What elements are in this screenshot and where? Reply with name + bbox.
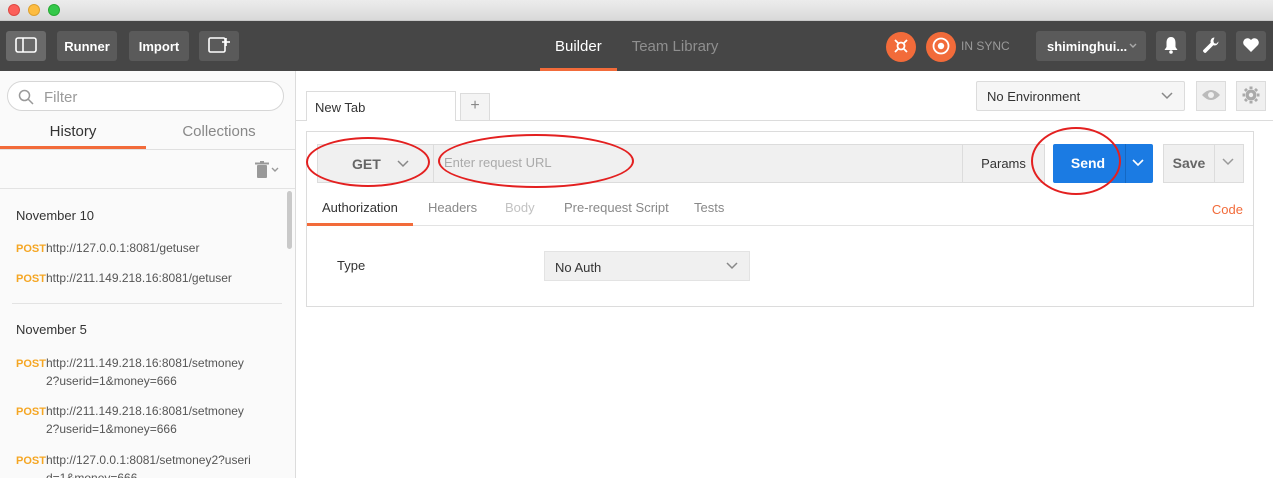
sync-status-text: IN SYNC <box>961 39 1010 53</box>
tab-builder[interactable]: Builder <box>540 21 617 71</box>
save-button-group: Save <box>1163 144 1244 183</box>
delete-history-button[interactable] <box>254 161 280 182</box>
gear-icon <box>1242 86 1260 107</box>
send-divider <box>1125 144 1126 183</box>
history-toolbar <box>0 151 295 189</box>
environment-quick-look-button[interactable] <box>1196 81 1226 111</box>
auth-type-label: Type <box>337 258 366 273</box>
send-options-button[interactable] <box>1131 156 1145 173</box>
username-label: shiminghui... <box>1047 38 1128 54</box>
wrench-icon <box>1202 36 1220 57</box>
tab-history[interactable]: History <box>0 119 146 149</box>
request-method: POST <box>16 406 46 418</box>
sidebar-icon <box>15 36 37 56</box>
tab-body[interactable]: Body <box>505 194 535 226</box>
save-divider <box>1214 145 1215 182</box>
request-url-input[interactable]: Enter request URL <box>444 155 552 170</box>
environment-value: No Environment <box>987 89 1081 104</box>
auth-type-value: No Auth <box>555 260 602 275</box>
app-header: Runner Import Builder Team Library IN SY… <box>0 21 1273 71</box>
request-method: POST <box>16 455 46 467</box>
new-window-icon <box>208 36 230 57</box>
request-url: http://127.0.0.1:8081/setmoney2?userid=1… <box>46 453 251 478</box>
params-button[interactable]: Params <box>962 144 1045 183</box>
method-value: GET <box>352 155 381 172</box>
request-url: http://127.0.0.1:8081/getuser <box>46 241 200 255</box>
new-window-button[interactable] <box>199 31 239 61</box>
user-menu-button[interactable]: shiminghui... <box>1036 31 1146 61</box>
eye-icon <box>1201 88 1221 105</box>
tab-collections[interactable]: Collections <box>146 119 292 149</box>
save-options-button[interactable] <box>1221 155 1235 172</box>
chevron-down-icon <box>1160 88 1174 105</box>
sync-status-button[interactable] <box>926 32 956 62</box>
minimize-window-button[interactable] <box>28 4 40 16</box>
notifications-button[interactable] <box>1156 31 1186 61</box>
sidebar-tabs: History Collections <box>0 119 295 150</box>
request-url: http://211.149.218.16:8081/setmoney2?use… <box>46 404 244 436</box>
manage-environments-button[interactable] <box>1236 81 1266 111</box>
sidebar-scrollbar[interactable] <box>287 191 292 249</box>
tab-pre-request-script[interactable]: Pre-request Script <box>564 194 669 226</box>
import-button[interactable]: Import <box>129 31 189 61</box>
tab-team-library[interactable]: Team Library <box>617 21 734 71</box>
chevron-down-icon <box>725 259 739 276</box>
method-select[interactable]: GET <box>318 145 434 182</box>
request-section-tabs: Authorization Headers Body Pre-request S… <box>307 194 1253 226</box>
save-button[interactable]: Save <box>1164 145 1214 182</box>
chevron-down-icon <box>1128 39 1138 54</box>
main-view-tabs: Builder Team Library <box>540 21 733 71</box>
request-method: POST <box>16 273 46 285</box>
sync-icon <box>931 36 951 59</box>
history-date-header: November 5 <box>16 322 87 337</box>
tab-authorization[interactable]: Authorization <box>307 194 413 226</box>
close-window-button[interactable] <box>8 4 20 16</box>
window-titlebar <box>0 0 1273 21</box>
send-button-group: Send <box>1053 144 1153 183</box>
sidebar-toggle-button[interactable] <box>6 31 46 61</box>
filter-placeholder: Filter <box>44 89 78 106</box>
tab-headers[interactable]: Headers <box>428 194 477 226</box>
request-tab[interactable]: New Tab <box>306 91 456 121</box>
filter-input[interactable]: Filter <box>7 81 284 111</box>
history-divider <box>12 303 282 304</box>
bell-icon <box>1163 36 1179 57</box>
heart-icon <box>1242 37 1260 56</box>
support-button[interactable] <box>1236 31 1266 61</box>
generate-code-link[interactable]: Code <box>1212 202 1243 217</box>
chevron-down-icon <box>396 157 410 174</box>
zoom-window-button[interactable] <box>48 4 60 16</box>
interceptor-button[interactable] <box>886 32 916 62</box>
sidebar: Filter History Collections November 10 P… <box>0 71 296 478</box>
add-tab-button[interactable]: + <box>460 93 490 121</box>
request-url: http://211.149.218.16:8081/setmoney2?use… <box>46 356 244 388</box>
send-button[interactable]: Send <box>1053 144 1123 183</box>
request-method: POST <box>16 358 46 370</box>
settings-button[interactable] <box>1196 31 1226 61</box>
auth-type-select[interactable]: No Auth <box>544 251 750 281</box>
tab-tests[interactable]: Tests <box>694 194 724 226</box>
satellite-icon <box>892 37 910 58</box>
request-builder-panel: GET Enter request URL Params Send Save A… <box>306 131 1254 307</box>
environment-select[interactable]: No Environment <box>976 81 1185 111</box>
request-url: http://211.149.218.16:8081/getuser <box>46 271 232 285</box>
request-method: POST <box>16 243 46 255</box>
url-bar: GET Enter request URL <box>317 144 963 183</box>
search-icon <box>18 89 34 108</box>
history-date-header: November 10 <box>16 208 95 223</box>
runner-button[interactable]: Runner <box>57 31 117 61</box>
